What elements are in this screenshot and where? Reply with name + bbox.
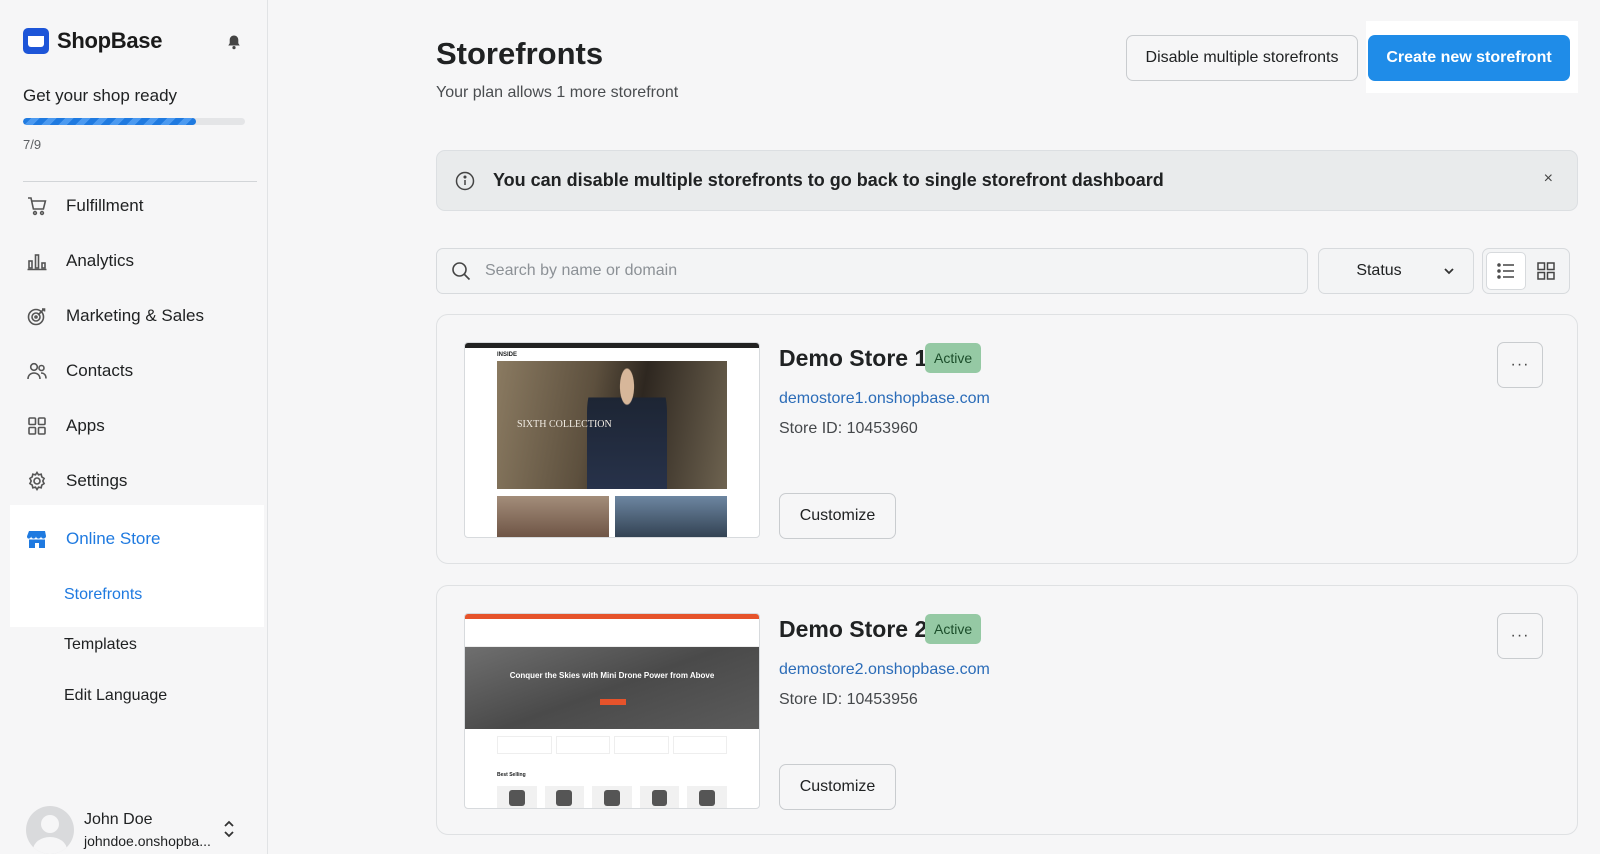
list-view-icon [1497,263,1515,279]
bar-chart-icon [27,254,47,271]
sidebar-item-label: Contacts [66,361,134,380]
chevron-up-down-icon[interactable] [222,820,236,838]
bell-icon[interactable] [226,34,242,50]
sidebar-item-marketing-sales[interactable]: Marketing & Sales [10,291,260,341]
sidebar-subitem-storefronts[interactable]: Storefronts [50,572,258,618]
brand[interactable]: ShopBase [23,28,162,54]
thumbnail-nav [465,619,759,647]
sidebar-item-online-store[interactable]: Online Store [10,514,260,564]
page-title: Storefronts [436,36,604,71]
onboarding-progress-count: 7/9 [23,137,42,152]
list-view-button[interactable] [1486,252,1527,290]
sidebar: ShopBase Get your shop ready 7/9 Fulfill… [0,0,268,854]
shopbase-logo-icon [23,28,49,54]
customize-button[interactable]: Customize [779,764,896,810]
create-new-storefront-button[interactable]: Create new storefront [1368,35,1570,81]
thumbnail-hero-button [600,699,626,705]
store-domain-link[interactable]: demostore2.onshopbase.com [779,661,990,679]
sidebar-item-settings[interactable]: Settings [10,456,260,506]
thumbnail-section-title: Best Selling [497,772,526,778]
status-badge: Active [925,343,982,373]
onboarding-progress-bar [23,118,245,125]
grid-view-icon [1537,262,1555,280]
info-icon [455,171,475,190]
disable-multiple-storefronts-button[interactable]: Disable multiple storefronts [1126,35,1358,81]
page-subtitle: Your plan allows 1 more storefront [436,84,679,101]
thumbnail-headline: SIXTH COLLECTION [517,419,612,430]
store-thumbnail[interactable]: INSIDE SIXTH COLLECTION [464,342,760,538]
grid-view-button[interactable] [1526,252,1566,290]
store-name[interactable]: Demo Store 1 [779,345,927,372]
store-domain-link[interactable]: demostore1.onshopbase.com [779,390,990,408]
store-card: Conquer the Skies with Mini Drone Power … [436,585,1578,835]
thumbnail-product-image [497,496,609,537]
status-filter-label: Status [1356,262,1402,279]
info-banner: You can disable multiple storefronts to … [436,150,1578,211]
sidebar-item-label: Fulfillment [66,196,144,215]
thumbnail-product-image [615,496,727,537]
sidebar-subitem-templates[interactable]: Templates [50,622,258,668]
sidebar-item-apps[interactable]: Apps [10,401,260,451]
view-toggle [1482,248,1570,294]
thumbnail-hero: SIXTH COLLECTION [497,361,727,489]
sidebar-item-label: Online Store [66,529,161,548]
thumbnail-headline: Conquer the Skies with Mini Drone Power … [509,671,715,680]
store-id: Store ID: 10453960 [779,420,918,437]
store-thumbnail[interactable]: Conquer the Skies with Mini Drone Power … [464,613,760,809]
more-actions-button[interactable]: ··· [1497,342,1543,388]
user-name: John Doe [84,811,153,828]
store-card: INSIDE SIXTH COLLECTION Demo Store 1 Act… [436,314,1578,564]
gear-icon [28,471,46,491]
store-name[interactable]: Demo Store 2 [779,616,927,643]
search-box[interactable] [436,248,1308,294]
brand-name: ShopBase [57,28,163,53]
avatar [26,806,74,854]
status-filter-dropdown[interactable]: Status [1318,248,1474,294]
apps-grid-icon [28,417,46,435]
chevron-down-icon [1444,268,1454,275]
close-icon[interactable]: × [1544,170,1553,188]
thumbnail-hero: Conquer the Skies with Mini Drone Power … [465,647,759,729]
thumbnail-nav: INSIDE [465,348,759,362]
banner-text: You can disable multiple storefronts to … [493,170,1164,190]
sidebar-item-contacts[interactable]: Contacts [10,346,260,396]
search-input[interactable] [485,262,1285,280]
sidebar-subitem-edit-language[interactable]: Edit Language [50,673,258,719]
target-icon [27,308,46,326]
thumbnail-products [497,786,727,808]
search-icon [452,262,471,281]
cart-icon [28,197,47,216]
sidebar-item-label: Settings [66,471,128,490]
sidebar-item-label: Analytics [66,251,135,270]
sidebar-item-analytics[interactable]: Analytics [10,236,260,286]
people-icon [27,362,47,380]
user-domain: johndoe.onshopba... [84,833,211,849]
onboarding-title[interactable]: Get your shop ready [23,86,177,106]
sidebar-item-label: Apps [66,416,105,435]
user-account[interactable]: John Doe johndoe.onshopba... [26,806,211,854]
store-id: Store ID: 10453956 [779,691,918,708]
main-content: Storefronts Your plan allows 1 more stor… [268,0,1600,854]
thumbnail-features [497,736,727,754]
sidebar-item-fulfillment[interactable]: Fulfillment [10,181,260,231]
status-badge: Active [925,614,982,644]
onboarding-progress-fill [23,118,196,125]
customize-button[interactable]: Customize [779,493,896,539]
store-icon [27,531,46,548]
more-actions-button[interactable]: ··· [1497,613,1543,659]
sidebar-item-label: Marketing & Sales [66,306,204,325]
